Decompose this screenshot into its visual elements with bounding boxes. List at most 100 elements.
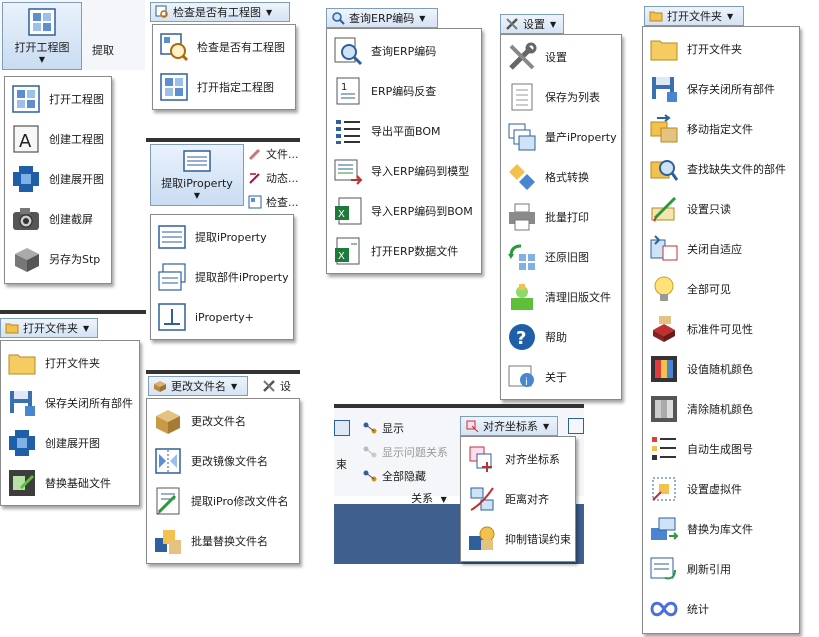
- menu-item-open-folder[interactable]: 打开文件夹: [643, 29, 799, 69]
- menu-item-format-convert[interactable]: 格式转换: [501, 157, 621, 197]
- menu-item-clear-color[interactable]: 清除随机颜色: [643, 389, 799, 429]
- menu-item-auto-number[interactable]: 自动生成图号: [643, 429, 799, 469]
- menu-item-label: 导入ERP编码到BOM: [371, 205, 473, 218]
- chevron-down-icon: ▼: [38, 55, 46, 64]
- menu-item-random-color[interactable]: 设值随机颜色: [643, 349, 799, 389]
- menu-item-adaptive-off[interactable]: 关闭自适应: [643, 229, 799, 269]
- menu-item-virtual-part[interactable]: 设置虚拟件: [643, 469, 799, 509]
- side-item-dynamic[interactable]: 动态...: [248, 170, 299, 186]
- standard-part-icon: [653, 316, 675, 342]
- menu-item-label: 帮助: [545, 331, 567, 344]
- refresh-ref-icon: [650, 557, 676, 580]
- open-drawing-button-label: 打开工程图: [14, 41, 70, 54]
- menu-item-label: 创建截屏: [49, 213, 93, 226]
- panel-open-folder-big: 打开文件夹 ▼ 打开文件夹 保存关闭所有部件 移动指定文件 查找缺失文件的部件 …: [642, 4, 814, 636]
- menu-item-save-stp[interactable]: 另存为Stp: [5, 239, 111, 279]
- menu-item-distance-align[interactable]: 距离对齐: [461, 479, 575, 519]
- menu-item-batch-rename[interactable]: 批量替换文件名: [147, 521, 299, 561]
- side-item-label: 检查...: [266, 196, 299, 209]
- relation-item-hide-all[interactable]: 全部隐藏: [362, 468, 426, 484]
- check-drawing-button[interactable]: 检查是否有工程图 ▼: [150, 2, 290, 22]
- flat-pattern-icon: [13, 166, 39, 192]
- menu-item-save-close[interactable]: 保存关闭所有部件: [1, 383, 139, 423]
- menu-item-show-all[interactable]: 全部可见: [643, 269, 799, 309]
- menu-item-import-erp-model[interactable]: 导入ERP编码到模型: [327, 151, 481, 191]
- menu-item-suppress-constraint[interactable]: 抑制错误约束: [461, 519, 575, 559]
- settings-dropdown-menu: 设置 保存为列表 量产iProperty 格式转换 批量打印 还原旧图 清理旧版…: [500, 34, 622, 400]
- rename-dropdown-menu: 更改文件名 更改镜像文件名 提取iPro修改文件名 批量替换文件名: [146, 398, 300, 564]
- menu-item-iproperty-plus[interactable]: iProperty+: [151, 297, 293, 337]
- iproperty-big-button[interactable]: 提取iProperty ▼: [150, 144, 244, 206]
- open-folder-small-dropdown-menu: 打开文件夹 保存关闭所有部件 创建展开图 替换基础文件: [0, 340, 140, 506]
- menu-item-query-erp[interactable]: 查询ERP编码: [327, 31, 481, 71]
- align-coordinate-button-label: 对齐坐标系: [483, 420, 538, 433]
- open-folder-button[interactable]: 打开文件夹 ▼: [0, 318, 98, 338]
- open-drawing-icon: [28, 8, 56, 36]
- distance-align-icon: [470, 487, 494, 511]
- relation-item-label: 显示问题关系: [382, 446, 448, 459]
- menu-item-label: 创建工程图: [49, 133, 104, 146]
- relation-icon: [363, 422, 377, 434]
- relation-hide-icon: [363, 470, 377, 482]
- menu-item-open-specific-drawing[interactable]: 打开指定工程图: [153, 67, 295, 107]
- menu-item-export-bom[interactable]: 导出平面BOM: [327, 111, 481, 151]
- menu-item-restore[interactable]: 还原旧图: [501, 237, 621, 277]
- menu-item-batch-print[interactable]: 批量打印: [501, 197, 621, 237]
- menu-item-open-erp-file[interactable]: X 打开ERP数据文件: [327, 231, 481, 271]
- menu-item-rename[interactable]: 更改文件名: [147, 401, 299, 441]
- menu-item-standard-part[interactable]: 标准件可见性: [643, 309, 799, 349]
- query-erp-button[interactable]: 查询ERP编码 ▼: [326, 8, 438, 28]
- menu-item-align-coordinate[interactable]: 对齐坐标系: [461, 439, 575, 479]
- menu-item-mirror-rename[interactable]: 更改镜像文件名: [147, 441, 299, 481]
- menu-item-check-drawing[interactable]: 检查是否有工程图: [153, 27, 295, 67]
- menu-item-flat-pattern[interactable]: 创建展开图: [1, 423, 139, 463]
- menu-item-create-drawing[interactable]: A 创建工程图: [5, 119, 111, 159]
- menu-item-flat-pattern[interactable]: 创建展开图: [5, 159, 111, 199]
- menu-item-refresh-ref[interactable]: 刷新引用: [643, 549, 799, 589]
- side-label[interactable]: 提取: [92, 42, 114, 58]
- menu-item-iproperty[interactable]: 提取iProperty: [151, 217, 293, 257]
- menu-item-statistics[interactable]: 统计: [643, 589, 799, 629]
- menu-item-mass-iproperty[interactable]: 量产iProperty: [501, 117, 621, 157]
- menu-item-assembly-iproperty[interactable]: 提取部件iProperty: [151, 257, 293, 297]
- menu-item-label: 格式转换: [545, 171, 589, 184]
- suppress-constraint-icon: [469, 526, 495, 550]
- svg-text:X: X: [338, 209, 345, 220]
- settings-button[interactable]: 设置 ▼: [500, 14, 564, 34]
- menu-item-label: 保存关闭所有部件: [45, 397, 133, 410]
- align-coordinate-button[interactable]: 对齐坐标系 ▼: [460, 416, 558, 436]
- menu-item-move-file[interactable]: 移动指定文件: [643, 109, 799, 149]
- format-convert-icon: [509, 164, 535, 190]
- menu-item-cleanup[interactable]: 清理旧版文件: [501, 277, 621, 317]
- menu-item-label: iProperty+: [195, 310, 254, 324]
- open-folder-button[interactable]: 打开文件夹 ▼: [644, 6, 744, 26]
- menu-item-save-close[interactable]: 保存关闭所有部件: [643, 69, 799, 109]
- menu-item-about[interactable]: i 关于: [501, 357, 621, 397]
- menu-item-readonly[interactable]: 设置只读: [643, 189, 799, 229]
- menu-item-settings[interactable]: 设置: [501, 37, 621, 77]
- relation-item-show[interactable]: 显示: [362, 420, 404, 436]
- left-edge-label: 束: [336, 458, 347, 471]
- menu-item-find-missing[interactable]: 查找缺失文件的部件: [643, 149, 799, 189]
- iproperty-icon: [183, 150, 211, 172]
- side-item-file[interactable]: 文件...: [248, 146, 299, 162]
- menu-item-screenshot[interactable]: 创建截屏: [5, 199, 111, 239]
- readonly-icon: [651, 196, 677, 222]
- menu-item-label: 量产iProperty: [545, 131, 617, 144]
- side-settings[interactable]: 设: [262, 378, 291, 394]
- menu-item-open-drawing[interactable]: 打开工程图: [5, 79, 111, 119]
- open-drawing-big-button[interactable]: 打开工程图 ▼: [2, 2, 82, 70]
- menu-item-erp-reverse[interactable]: 1 ERP编码反查: [327, 71, 481, 111]
- menu-item-replace-base[interactable]: 替换基础文件: [1, 463, 139, 503]
- menu-item-library-replace[interactable]: 替换为库文件: [643, 509, 799, 549]
- menu-item-import-erp-bom[interactable]: X 导入ERP编码到BOM: [327, 191, 481, 231]
- menu-item-ipro-rename[interactable]: 提取iPro修改文件名: [147, 481, 299, 521]
- rename-button[interactable]: 更改文件名 ▼: [148, 376, 248, 396]
- assembly-iproperty-icon: [158, 263, 186, 291]
- menu-item-open-folder[interactable]: 打开文件夹: [1, 343, 139, 383]
- panel-open-folder-small: 打开文件夹 ▼ 打开文件夹 保存关闭所有部件 创建展开图 替换基础文件: [0, 310, 146, 506]
- menu-item-save-list[interactable]: 保存为列表: [501, 77, 621, 117]
- menu-item-label: 还原旧图: [545, 251, 589, 264]
- side-item-check[interactable]: 检查...: [248, 194, 299, 210]
- menu-item-help[interactable]: ? 帮助: [501, 317, 621, 357]
